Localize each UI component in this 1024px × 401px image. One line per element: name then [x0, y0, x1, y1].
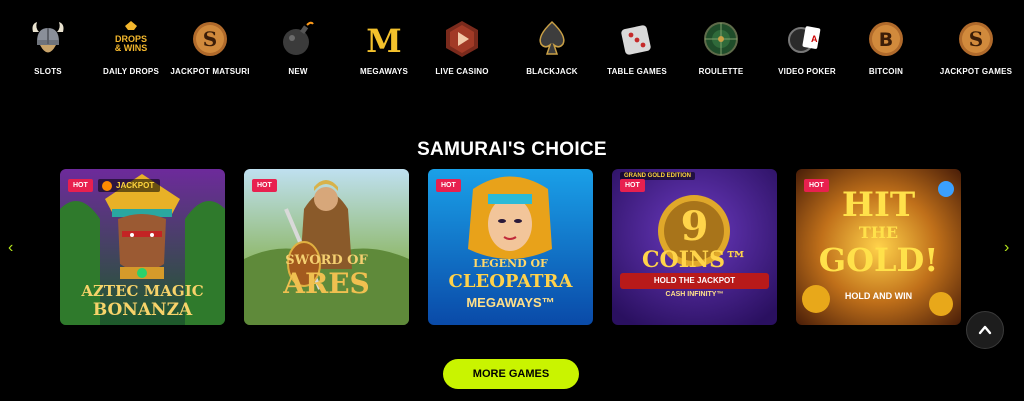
game-title-line3: MEGAWAYS™	[466, 295, 555, 310]
game-title-line3: HOLD THE JACKPOT	[653, 276, 736, 285]
hot-badge: HOT	[436, 179, 461, 192]
jackpot-s-coin-icon: S	[955, 18, 997, 60]
game-title-line1: SWORD OF	[285, 253, 368, 268]
category-table-games[interactable]: TABLE GAMES	[592, 18, 682, 77]
drops-wins-icon: DROPS & WINS	[110, 18, 152, 60]
category-label: BITCOIN	[868, 67, 904, 76]
roulette-icon	[700, 18, 742, 60]
category-megaways[interactable]: M MEGAWAYS	[339, 18, 429, 77]
category-roulette[interactable]: ROULETTE	[676, 18, 766, 77]
play-button-icon	[441, 18, 483, 60]
game-title-line1: LEGEND OF	[473, 257, 548, 270]
category-label: JACKPOT GAMES	[939, 67, 1013, 76]
hot-badge: HOT	[68, 179, 93, 192]
svg-text:A: A	[811, 34, 818, 44]
category-label: NEW	[288, 67, 308, 76]
hot-badge: HOT	[620, 179, 645, 192]
game-title-line3: GOLD!	[818, 241, 939, 279]
game-title-line4: CASH INFINITY™	[665, 291, 724, 298]
category-jackpot-matsuri[interactable]: S JACKPOT MATSURI	[165, 18, 255, 77]
jackpot-s-coin-icon: S	[189, 18, 231, 60]
category-label: MEGAWAYS	[360, 67, 408, 76]
game-card-legend-of-cleopatra[interactable]: HOT LEGEND OF CLEOPATRA MEGAWAYS™	[428, 169, 593, 325]
category-blackjack[interactable]: BLACKJACK	[507, 18, 597, 77]
svg-text:S: S	[203, 27, 217, 51]
jackpot-badge: JACKPOT	[98, 179, 161, 192]
category-bar: SLOTS DROPS & WINS DAILY DROPS S JACKPOT …	[0, 18, 1024, 98]
game-title-line2: THE	[858, 223, 899, 242]
game-title-line2: CLEOPATRA	[448, 271, 573, 292]
chevron-up-icon	[978, 325, 992, 335]
scroll-to-top-button[interactable]	[966, 311, 1004, 349]
megaways-m-icon: M	[363, 18, 405, 60]
game-title-line1: AZTEC MAGIC	[81, 282, 204, 300]
category-label: TABLE GAMES	[607, 67, 667, 76]
category-label: VIDEO POKER	[778, 67, 836, 76]
bomb-icon	[277, 18, 319, 60]
carousel-next-button[interactable]: ›	[1004, 239, 1009, 257]
category-label: BLACKJACK	[526, 67, 578, 76]
jackpot-label: JACKPOT	[116, 181, 155, 190]
game-card-hit-the-gold[interactable]: HOT HIT THE GOLD! HOLD AND WIN	[796, 169, 961, 325]
game-card-aztec-magic-bonanza[interactable]: HOT JACKPOT AZTEC MAGIC BONANZA	[60, 169, 225, 325]
category-label: SLOTS	[34, 67, 62, 76]
game-title-line1: HIT	[841, 185, 916, 225]
svg-text:& WINS: & WINS	[115, 43, 148, 53]
game-title-line2: ARES	[283, 267, 370, 300]
category-bitcoin[interactable]: B BITCOIN	[841, 18, 931, 77]
game-card-9-coins[interactable]: GRAND GOLD EDITION HOT 9 COINS™ HOLD THE…	[612, 169, 777, 325]
category-new[interactable]: NEW	[253, 18, 343, 77]
spade-icon	[531, 18, 573, 60]
category-label: DAILY DROPS	[103, 67, 159, 76]
svg-text:M: M	[366, 22, 401, 60]
carousel-prev-button[interactable]: ‹	[8, 239, 13, 257]
category-slots[interactable]: SLOTS	[3, 18, 93, 77]
category-jackpot-games[interactable]: S JACKPOT GAMES	[931, 18, 1021, 77]
more-games-button[interactable]: MORE GAMES	[443, 359, 579, 389]
category-label: ROULETTE	[698, 67, 744, 76]
bitcoin-icon: B	[865, 18, 907, 60]
game-title-line2: BONANZA	[92, 300, 193, 320]
game-thumbnail	[244, 169, 409, 325]
category-live-casino[interactable]: LIVE CASINO	[417, 18, 507, 77]
category-label: LIVE CASINO	[435, 67, 489, 76]
svg-text:S: S	[969, 27, 983, 51]
hot-badge: HOT	[252, 179, 277, 192]
game-title-line1: 9	[680, 203, 709, 250]
game-title-line4: HOLD AND WIN	[844, 291, 913, 301]
game-title-line2: COINS™	[642, 247, 747, 273]
svg-text:B: B	[879, 29, 893, 51]
dice-icon	[616, 18, 658, 60]
game-card-sword-of-ares[interactable]: HOT SWORD OF ARES	[244, 169, 409, 325]
viking-helmet-icon	[27, 18, 69, 60]
category-video-poker[interactable]: A VIDEO POKER	[762, 18, 852, 77]
category-label: JACKPOT MATSURI	[170, 67, 250, 76]
category-daily-drops[interactable]: DROPS & WINS DAILY DROPS	[86, 18, 176, 77]
section-title: SAMURAI'S CHOICE	[417, 139, 607, 160]
poker-cards-icon: A	[786, 18, 828, 60]
jackpot-coin-icon	[102, 181, 112, 191]
